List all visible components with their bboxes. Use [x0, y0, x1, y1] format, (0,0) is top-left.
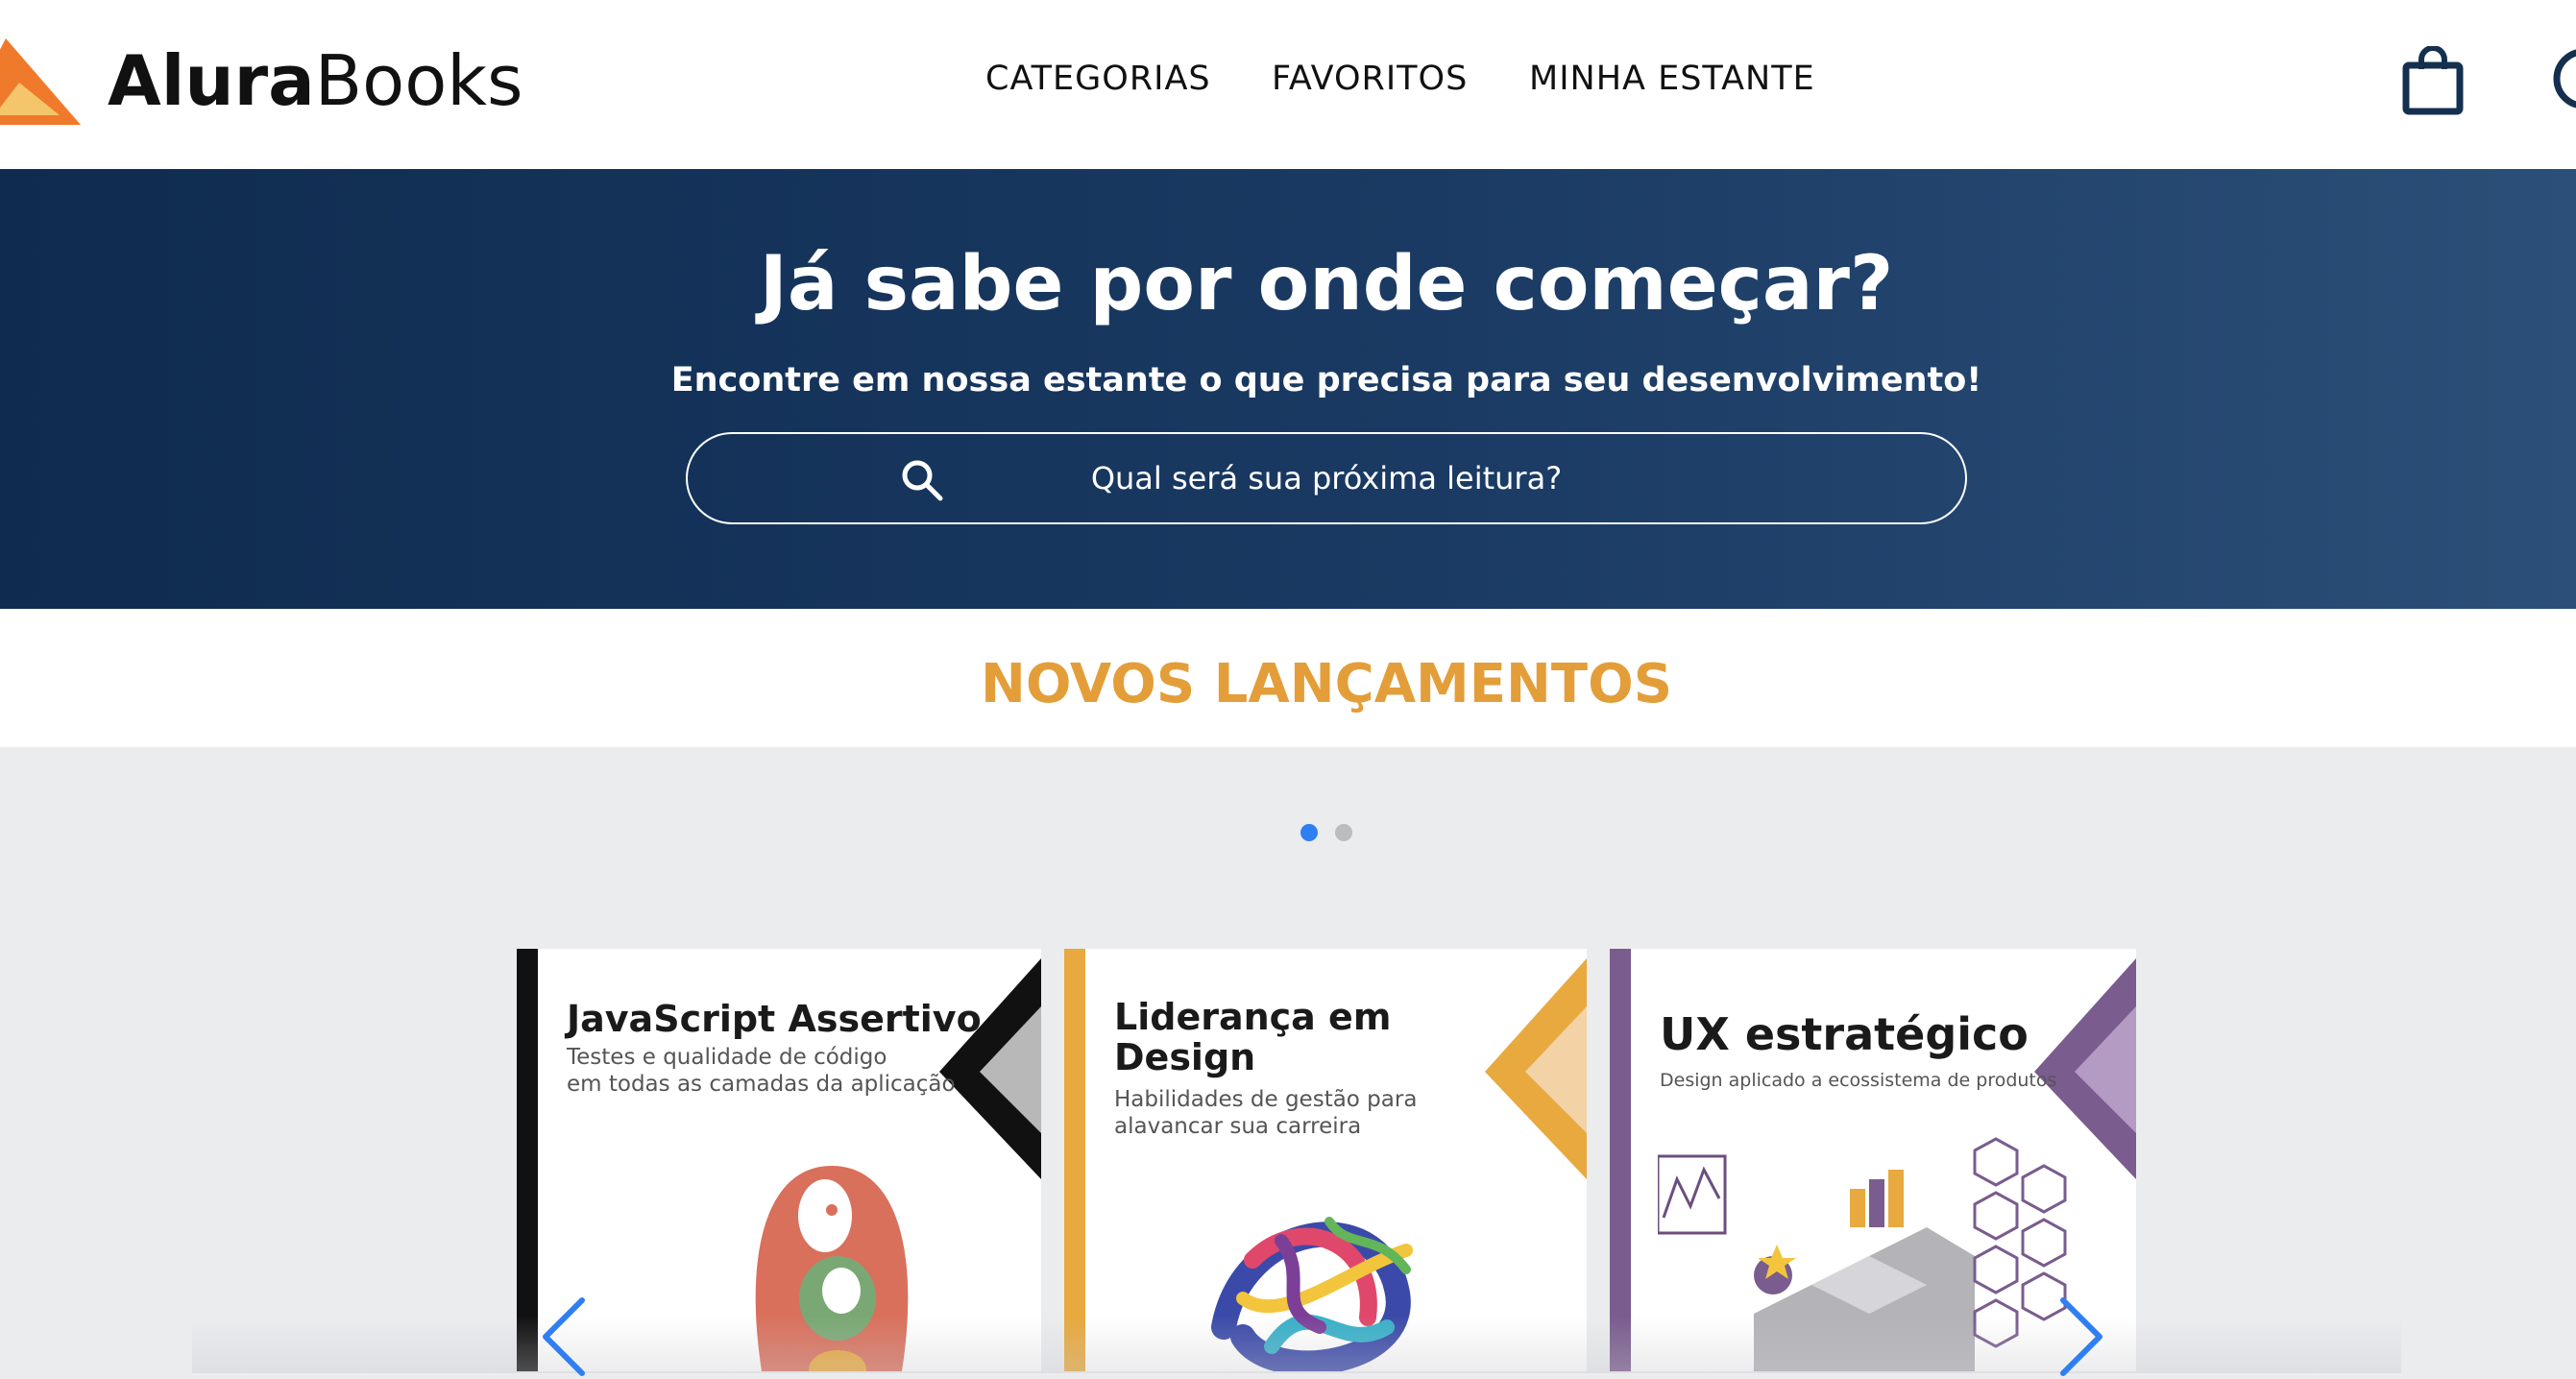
book-title-line1: Liderança em: [1114, 996, 1392, 1038]
book-spine: [1610, 949, 1631, 1371]
carousel-dot-2[interactable]: [1335, 824, 1352, 841]
book-title: JavaScript Assertivo: [567, 998, 982, 1040]
brand-logo-text[interactable]: AluraBooks: [108, 33, 522, 129]
hero-title: Já sabe por onde começar?: [759, 241, 1894, 327]
nav-link-favoritos[interactable]: FAVORITOS: [1272, 50, 1468, 108]
book-title-line2: Design: [1114, 1036, 1256, 1078]
carousel-prev-arrow-icon[interactable]: [534, 1293, 592, 1379]
book-title: UX estratégico: [1660, 1008, 2029, 1060]
search-box[interactable]: [686, 432, 1967, 524]
shopping-bag-icon[interactable]: [2401, 46, 2465, 115]
book-subtitle-line1: Habilidades de gestão para: [1114, 1087, 1418, 1112]
new-releases-header: NOVOS LANÇAMENTOS: [0, 609, 2576, 747]
hero-subtitle: Encontre em nossa estante o que precisa …: [670, 361, 1982, 399]
book-card-lideranca-em-design[interactable]: Liderança em Design Habilidades de gestã…: [1064, 949, 1587, 1371]
brand-part-alura: Alura: [108, 40, 315, 121]
nav-link-categorias[interactable]: CATEGORIAS: [985, 50, 1211, 108]
nav-link-minha-estante[interactable]: MINHA ESTANTE: [1529, 50, 1815, 108]
book-spine: [1064, 949, 1085, 1371]
search-icon[interactable]: [899, 457, 945, 503]
book-card-javascript-assertivo[interactable]: JavaScript Assertivo Testes e qualidade …: [517, 949, 1041, 1371]
book-corner-chevron: [1485, 958, 1587, 1179]
user-icon[interactable]: [2551, 42, 2576, 119]
top-header: AluraBooks CATEGORIAS FAVORITOS MINHA ES…: [0, 0, 2576, 169]
section-title: NOVOS LANÇAMENTOS: [980, 653, 1673, 715]
brand-part-books: Books: [314, 40, 523, 121]
carousel-next-arrow-icon[interactable]: [2054, 1293, 2111, 1379]
book-subtitle-line1: Testes e qualidade de código: [567, 1045, 887, 1070]
alura-logo-icon[interactable]: [0, 35, 81, 127]
book-subtitle-line2: alavancar sua carreira: [1114, 1114, 1362, 1139]
hero-banner: Já sabe por onde começar? Encontre em no…: [0, 169, 2576, 609]
book-subtitle-line1: Design aplicado a ecossistema de produto…: [1660, 1070, 2057, 1091]
carousel-dot-1[interactable]: [1300, 824, 1318, 841]
search-input[interactable]: [688, 434, 1965, 522]
book-corner-chevron: [939, 958, 1041, 1179]
book-subtitle-line2: em todas as camadas da aplicação: [567, 1072, 956, 1097]
